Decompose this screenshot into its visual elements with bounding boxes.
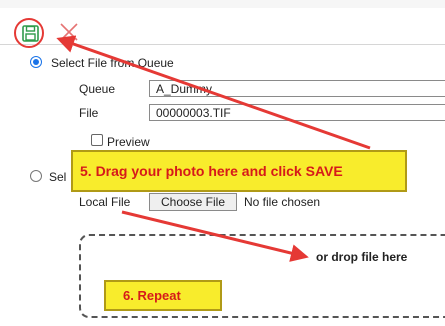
preview-checkbox[interactable] — [91, 134, 103, 146]
queue-field[interactable]: A_Dummy — [149, 80, 445, 97]
local-file-label: Local File — [79, 195, 131, 209]
x-close-icon[interactable] — [58, 21, 80, 43]
top-strip — [0, 0, 445, 8]
toolbar — [0, 8, 445, 48]
floppy-disk-icon[interactable] — [22, 25, 39, 42]
no-file-chosen-text: No file chosen — [244, 195, 321, 209]
file-label: File — [79, 106, 99, 120]
preview-label: Preview — [107, 135, 150, 149]
radio-label-select-local-file: Sel — [49, 170, 67, 184]
radio-select-local-file[interactable] — [30, 170, 42, 182]
radio-select-from-queue[interactable] — [30, 56, 42, 68]
radio-label-select-from-queue: Select File from Queue — [51, 56, 174, 70]
drop-zone-text: or drop file here — [316, 250, 408, 264]
callout-step-6: 6. Repeat — [104, 280, 222, 311]
file-field[interactable]: 00000003.TIF — [149, 104, 445, 121]
callout-step-5: 5. Drag your photo here and click SAVE — [71, 150, 407, 192]
choose-file-button[interactable]: Choose File — [149, 193, 237, 211]
queue-label: Queue — [79, 82, 116, 96]
